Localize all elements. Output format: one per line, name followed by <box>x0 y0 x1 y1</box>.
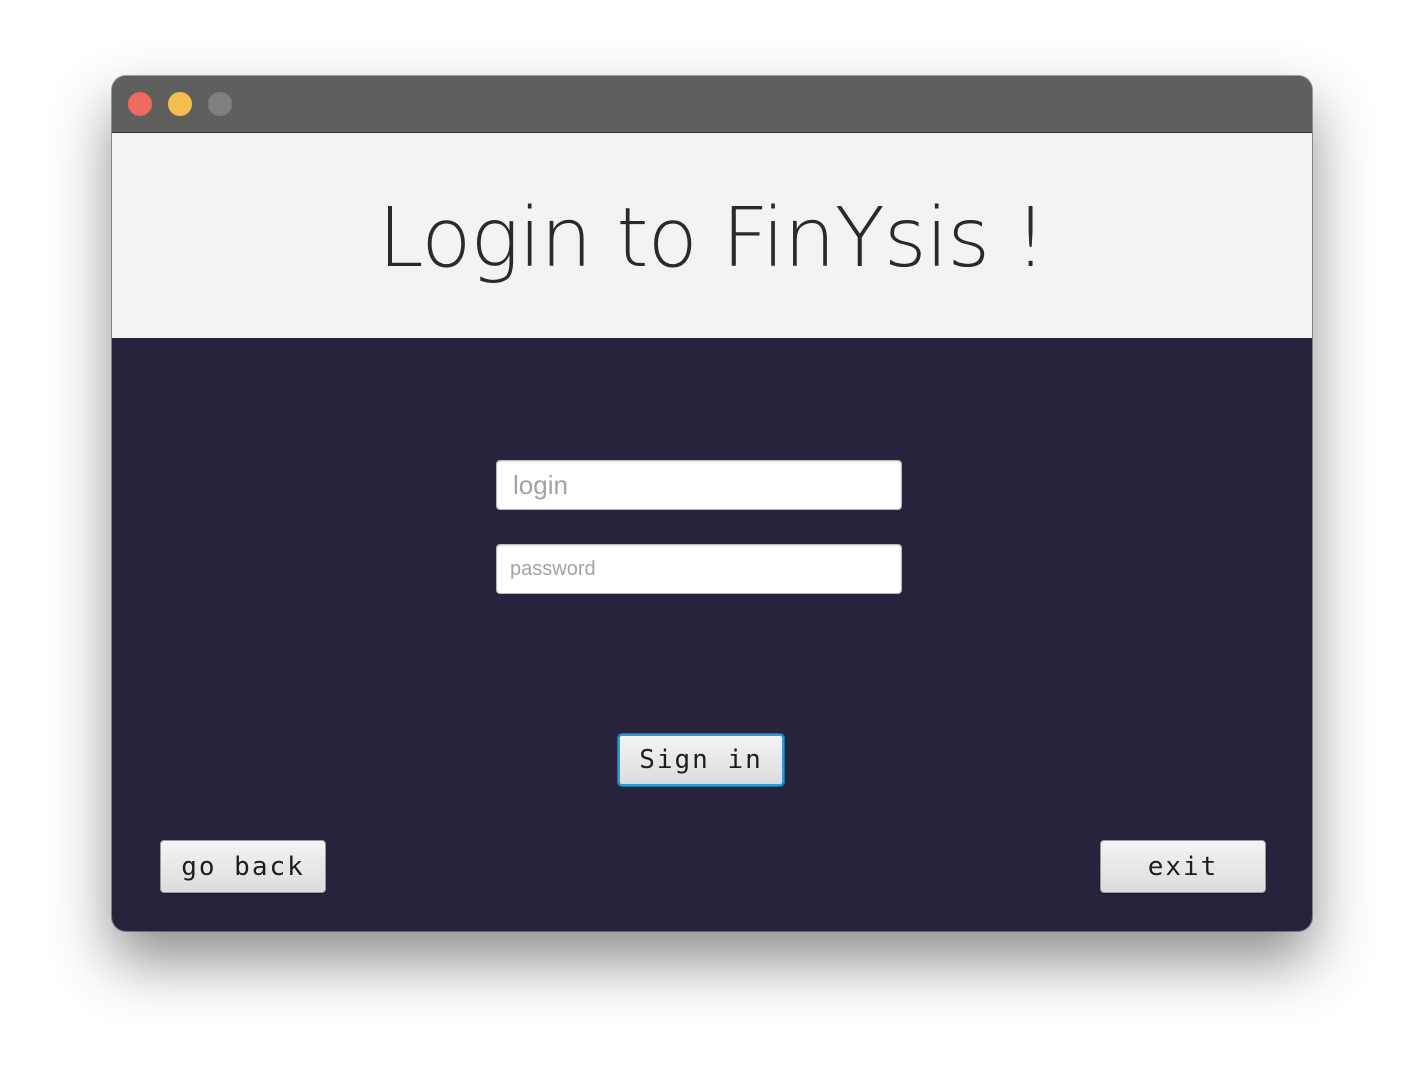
go-back-button[interactable]: go back <box>160 840 326 893</box>
exit-label: exit <box>1147 851 1219 882</box>
app-window: Login to FinYsis ! Sign in go back exit <box>112 76 1312 931</box>
login-input[interactable] <box>496 460 902 510</box>
header-banner: Login to FinYsis ! <box>112 133 1312 338</box>
sign-in-label: Sign in <box>639 745 763 775</box>
close-window-button[interactable] <box>128 92 152 116</box>
go-back-label: go back <box>181 851 305 882</box>
title-bar[interactable] <box>112 76 1312 133</box>
password-input[interactable] <box>496 544 902 594</box>
maximize-window-button[interactable] <box>208 92 232 116</box>
exit-button[interactable]: exit <box>1100 840 1266 893</box>
minimize-window-button[interactable] <box>168 92 192 116</box>
sign-in-button[interactable]: Sign in <box>618 734 784 786</box>
page-title: Login to FinYsis ! <box>377 191 1047 286</box>
